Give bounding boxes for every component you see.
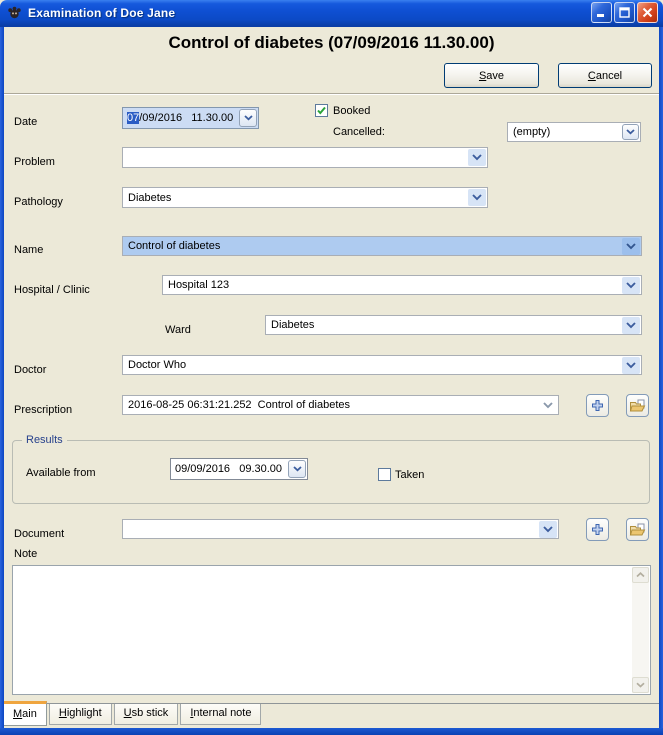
name-value: Control of diabetes xyxy=(128,240,221,252)
pathology-label: Pathology xyxy=(14,196,63,208)
document-add-button[interactable] xyxy=(586,518,609,541)
plus-icon xyxy=(592,524,603,535)
chevron-down-icon[interactable] xyxy=(622,237,640,255)
header-separator xyxy=(4,93,659,95)
booked-label: Booked xyxy=(333,105,371,117)
close-button[interactable] xyxy=(637,2,658,23)
scroll-down-icon xyxy=(636,682,645,688)
available-from-label: Available from xyxy=(26,467,96,479)
scroll-up-button[interactable] xyxy=(632,567,649,583)
cancel-button[interactable]: Cancel xyxy=(558,63,652,88)
window-border-left xyxy=(0,20,4,735)
scroll-down-button[interactable] xyxy=(632,677,649,693)
prescription-value: 2016-08-25 06:31:21.252 Control of diabe… xyxy=(128,399,350,411)
maximize-icon xyxy=(619,7,630,18)
prescription-combobox[interactable]: 2016-08-25 06:31:21.252 Control of diabe… xyxy=(122,395,559,415)
open-folder-icon xyxy=(629,523,646,535)
ward-combobox[interactable]: Diabetes xyxy=(265,315,642,335)
cancelled-label: Cancelled: xyxy=(333,126,385,138)
save-button[interactable]: Save xyxy=(444,63,539,88)
results-groupbox: Results xyxy=(12,434,650,504)
doctor-label: Doctor xyxy=(14,364,47,376)
examination-window: Examination of Doe Jane Control of diabe… xyxy=(0,0,663,735)
tab-main-label: Main xyxy=(13,708,37,720)
maximize-button[interactable] xyxy=(614,2,635,23)
chevron-down-icon[interactable] xyxy=(539,520,557,538)
available-from-input[interactable]: 09/09/2016 09.30.00 xyxy=(170,458,308,480)
note-label: Note xyxy=(14,548,38,560)
problem-combobox[interactable] xyxy=(122,147,488,168)
window-border-right xyxy=(659,20,663,735)
hospital-clinic-value: Hospital 123 xyxy=(168,279,230,291)
tab-internal-note-label: Internal note xyxy=(190,707,252,719)
cancelled-dropdown-button[interactable] xyxy=(622,124,639,140)
pathology-value: Diabetes xyxy=(128,191,172,204)
tab-usb-stick[interactable]: Usb stick xyxy=(113,704,179,725)
minimize-icon xyxy=(597,14,604,17)
taken-label: Taken xyxy=(395,469,425,481)
open-folder-icon xyxy=(629,399,646,411)
titlebar[interactable]: Examination of Doe Jane xyxy=(0,0,663,27)
tab-internal-note[interactable]: Internal note xyxy=(180,704,262,725)
note-scrollbar[interactable] xyxy=(632,567,649,693)
prescription-open-button[interactable] xyxy=(626,394,649,417)
name-combobox[interactable]: Control of diabetes xyxy=(122,236,642,256)
prescription-label: Prescription xyxy=(14,404,73,416)
document-open-button[interactable] xyxy=(626,518,649,541)
date-dropdown-button[interactable] xyxy=(239,109,257,127)
window-title: Examination of Doe Jane xyxy=(28,5,176,20)
doctor-combobox[interactable]: Doctor Who xyxy=(122,355,642,375)
document-combobox[interactable] xyxy=(122,519,559,539)
bottom-tab-bar: Main Highlight Usb stick Internal note xyxy=(0,701,663,729)
hospital-clinic-label: Hospital / Clinic xyxy=(14,284,90,296)
chevron-down-icon[interactable] xyxy=(622,316,640,334)
date-input[interactable]: 07/09/2016 11.30.00 xyxy=(122,107,259,129)
ward-label: Ward xyxy=(165,324,191,336)
results-legend: Results xyxy=(22,434,67,446)
document-label: Document xyxy=(14,528,65,540)
date-label: Date xyxy=(14,116,38,128)
plus-icon xyxy=(592,400,603,411)
chevron-down-icon[interactable] xyxy=(468,189,486,206)
taken-checkbox[interactable] xyxy=(378,468,391,481)
date-value-selected: 07 xyxy=(127,112,140,124)
tab-usb-stick-label: Usb stick xyxy=(123,707,169,719)
close-icon xyxy=(642,7,653,18)
cancelled-combobox[interactable]: (empty) xyxy=(507,122,641,142)
chevron-down-icon xyxy=(292,466,302,472)
minimize-button[interactable] xyxy=(591,2,612,23)
tab-highlight[interactable]: Highlight xyxy=(48,704,112,725)
paw-icon xyxy=(7,5,22,20)
chevron-down-icon[interactable] xyxy=(539,397,557,414)
ward-value: Diabetes xyxy=(271,319,315,331)
booked-checkbox[interactable] xyxy=(315,104,328,117)
tab-highlight-label: Highlight xyxy=(58,707,102,719)
available-from-value: 09/09/2016 09.30.00 xyxy=(175,463,283,475)
chevron-down-icon[interactable] xyxy=(468,149,486,166)
problem-label: Problem xyxy=(14,156,55,168)
prescription-add-button[interactable] xyxy=(586,394,609,417)
note-input[interactable] xyxy=(12,565,651,695)
chevron-down-icon[interactable] xyxy=(622,276,640,294)
chevron-down-icon xyxy=(243,115,253,121)
date-value: /09/2016 11.30.00 xyxy=(139,112,234,124)
scroll-up-icon xyxy=(636,572,645,578)
hospital-clinic-combobox[interactable]: Hospital 123 xyxy=(162,275,642,295)
name-label: Name xyxy=(14,244,44,256)
pathology-combobox[interactable]: Diabetes xyxy=(122,187,488,208)
tab-main[interactable]: Main xyxy=(3,701,47,726)
page-title: Control of diabetes (07/09/2016 11.30.00… xyxy=(168,33,495,52)
doctor-value: Doctor Who xyxy=(128,359,187,371)
chevron-down-icon xyxy=(626,129,635,135)
available-from-dropdown-button[interactable] xyxy=(288,460,306,478)
window-border-bottom xyxy=(0,728,663,735)
check-icon xyxy=(317,106,326,115)
cancelled-value: (empty) xyxy=(513,126,551,138)
chevron-down-icon[interactable] xyxy=(622,356,640,374)
